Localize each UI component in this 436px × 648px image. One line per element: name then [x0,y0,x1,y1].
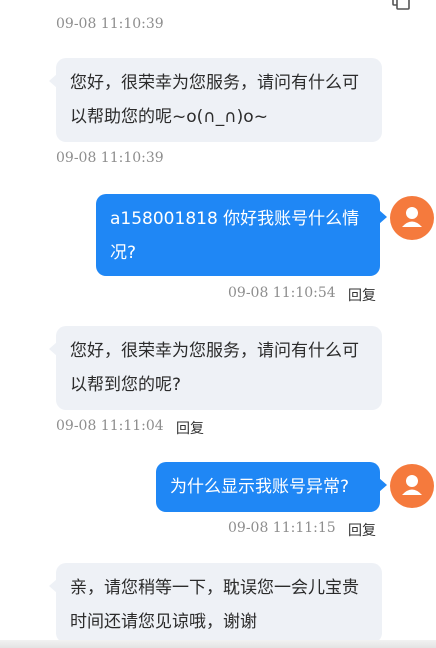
user-avatar-icon [390,196,434,240]
user-message-bubble: 为什么显示我账号异常? [156,462,387,512]
message-timestamp: 09-08 11:11:04 [56,418,164,434]
bottom-edge [0,640,436,648]
chat-thread: 09-08 11:10:39 您好，很荣幸为您服务，请问有什么可以帮助您的呢~o… [0,0,436,648]
agent-message-bubble: 您好，很荣幸为您服务，请问有什么可以帮助您的呢~o(∩_∩)o~ [49,58,382,142]
agent-message-bubble: 您好，很荣幸为您服务，请问有什么可以帮到您的呢? [49,326,382,410]
message-timestamp: 09-08 11:11:15 [228,520,336,536]
message-timestamp: 09-08 11:10:39 [56,16,164,32]
message-timestamp: 09-08 11:10:54 [228,285,336,301]
message-text: 为什么显示我账号异常? [170,477,350,497]
user-message-bubble: a158001818 你好我账号什么情况? [96,194,387,276]
message-text: 您好，很荣幸为您服务，请问有什么可以帮助您的呢~o(∩_∩)o~ [70,73,359,127]
reply-button[interactable]: 回复 [348,285,376,305]
reply-button[interactable]: 回复 [348,520,376,540]
copy-icon[interactable] [392,0,410,10]
message-text: a158001818 你好我账号什么情况? [110,209,360,263]
user-avatar-icon [390,464,434,508]
message-text: 亲，请您稍等一下，耽误您一会儿宝贵时间还请您见谅哦，谢谢 [70,578,359,632]
message-text: 您好，很荣幸为您服务，请问有什么可以帮到您的呢? [70,341,359,395]
agent-message-bubble: 亲，请您稍等一下，耽误您一会儿宝贵时间还请您见谅哦，谢谢 [49,563,382,643]
reply-button[interactable]: 回复 [176,418,204,438]
message-timestamp: 09-08 11:10:39 [56,150,164,166]
